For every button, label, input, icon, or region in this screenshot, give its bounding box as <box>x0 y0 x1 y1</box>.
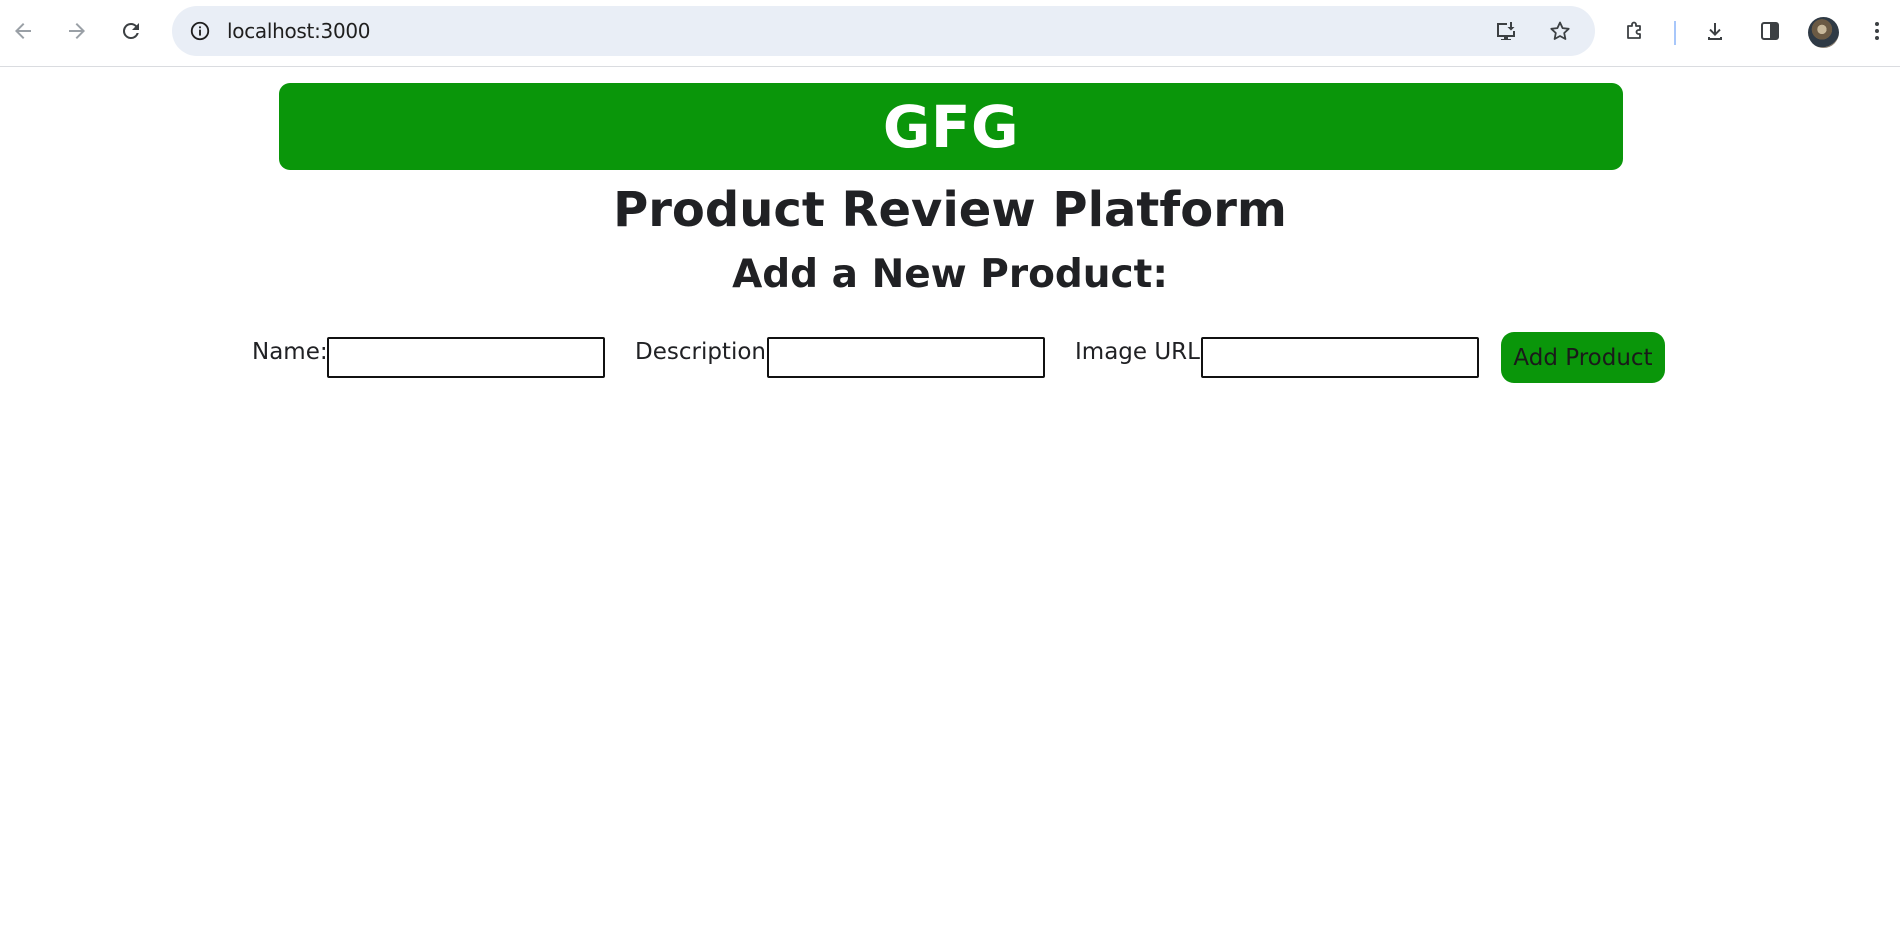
section-heading: Add a New Product: <box>732 252 1168 297</box>
info-icon <box>190 21 210 41</box>
bookmark-button[interactable] <box>1542 13 1578 49</box>
star-icon <box>1550 21 1570 40</box>
side-panel-icon <box>1761 22 1779 40</box>
name-input[interactable] <box>327 337 605 378</box>
puzzle-icon <box>1627 21 1641 39</box>
browser-toolbar: localhost:3000 <box>0 0 1900 67</box>
side-panel-button[interactable] <box>1752 13 1788 49</box>
menu-button[interactable] <box>1859 13 1895 49</box>
site-info-button[interactable] <box>182 13 218 49</box>
toolbar-divider <box>1674 21 1676 45</box>
add-product-button[interactable]: Add Product <box>1501 332 1665 383</box>
description-input[interactable] <box>767 337 1045 378</box>
address-bar[interactable]: localhost:3000 <box>172 6 1595 56</box>
description-label: Description: <box>635 339 774 365</box>
reload-icon <box>122 22 139 39</box>
arrow-right-icon <box>69 23 85 39</box>
kebab-menu-icon <box>1875 22 1879 40</box>
forward-button[interactable] <box>59 13 95 49</box>
download-icon <box>1708 23 1722 40</box>
brand-banner: GFG <box>279 83 1623 170</box>
brand-title: GFG <box>882 92 1020 161</box>
name-label: Name: <box>252 339 328 365</box>
image-url-label: Image URL: <box>1075 339 1208 365</box>
image-url-input[interactable] <box>1201 337 1479 378</box>
install-app-icon <box>1497 22 1515 40</box>
reload-button[interactable] <box>113 13 149 49</box>
add-product-form: Name: Description: Image URL: Add Produc… <box>0 325 1900 383</box>
page-title: Product Review Platform <box>613 182 1287 238</box>
avatar[interactable] <box>1808 17 1839 48</box>
install-app-button[interactable] <box>1488 13 1524 49</box>
page-content: GFG Product Review Platform Add a New Pr… <box>0 68 1900 934</box>
back-button[interactable] <box>5 13 41 49</box>
arrow-left-icon <box>15 23 31 39</box>
url-text[interactable]: localhost:3000 <box>227 6 371 56</box>
downloads-button[interactable] <box>1697 13 1733 49</box>
extensions-button[interactable] <box>1617 13 1653 49</box>
